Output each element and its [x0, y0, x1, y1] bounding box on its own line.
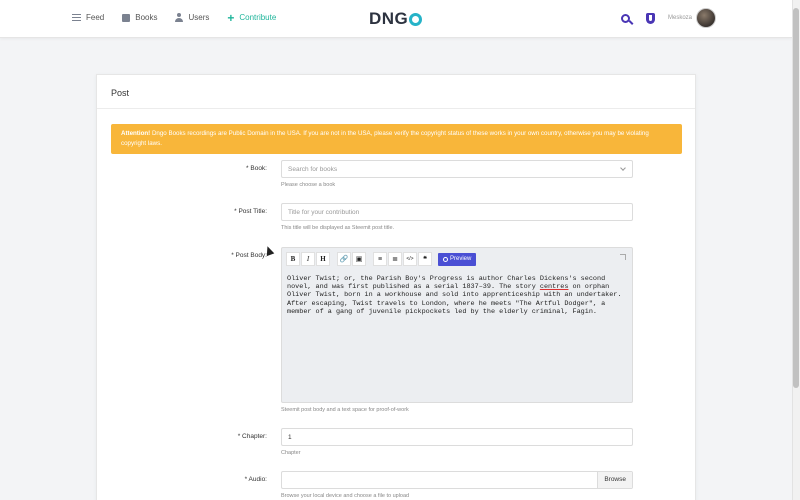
search-icon[interactable] [620, 13, 630, 23]
image-button[interactable]: ▣ [352, 252, 366, 266]
numbered-list-button[interactable]: ≣ [388, 252, 402, 266]
quote-button[interactable]: ❝ [418, 252, 432, 266]
bold-button[interactable]: B [286, 252, 300, 266]
body-text-misspelled: centres [539, 283, 569, 292]
link-button[interactable]: 🔗 [337, 252, 351, 266]
post-form-card: Post Attention! Dngo Books recordings ar… [96, 74, 696, 500]
nav-contribute-label: Contribute [239, 13, 277, 22]
chapter-help: Chapter [281, 450, 301, 456]
link-icon: 🔗 [339, 256, 349, 263]
bullet-list-button[interactable]: ≡ [373, 252, 387, 266]
scrollbar-thumb[interactable] [793, 8, 799, 388]
markdown-editor[interactable]: B I H 🔗 ▣ ≡ ≣ </> ❝ Preview Oliver Twist… [281, 247, 633, 403]
card-title: Post [111, 88, 130, 98]
book-label: * Book: [246, 165, 267, 172]
nav-users-label: Users [188, 13, 210, 22]
post-title-input[interactable]: Title for your contribution [281, 203, 633, 221]
alert-strong: Attention! [121, 130, 151, 137]
italic-button[interactable]: I [301, 252, 315, 266]
post-title-help: This title will be displayed as Steemit … [281, 225, 395, 231]
list-icon [72, 14, 81, 21]
expand-icon[interactable] [620, 254, 626, 260]
numbered-list-icon: ≣ [392, 256, 398, 263]
audio-label: * Audio: [244, 476, 267, 483]
audio-help: Browse your local device and choose a fi… [281, 493, 410, 499]
book-placeholder: Search for books [288, 166, 338, 173]
nav-books-label: Books [135, 13, 158, 22]
image-icon: ▣ [355, 256, 363, 263]
book-icon [122, 13, 131, 22]
editor-toolbar: B I H 🔗 ▣ ≡ ≣ </> ❝ Preview [286, 252, 628, 266]
user-icon [175, 13, 184, 22]
code-button[interactable]: </> [403, 252, 417, 266]
nav-item-contribute[interactable]: + Contribute [227, 10, 277, 25]
username[interactable]: Meskoza [668, 15, 692, 21]
chevron-down-icon [620, 165, 626, 171]
logo-text: DNG [369, 9, 409, 28]
plus-icon: + [227, 10, 235, 25]
post-body-textarea[interactable]: Oliver Twist; or, the Parish Boy's Progr… [287, 275, 629, 316]
preview-label: Preview [450, 256, 472, 262]
book-help: Please choose a book [281, 182, 336, 188]
copyright-alert: Attention! Dngo Books recordings are Pub… [111, 124, 682, 154]
code-icon: </> [406, 256, 414, 262]
logo-ring-icon [409, 12, 423, 26]
audio-file-input[interactable]: Browse [281, 471, 633, 489]
search-icon [443, 256, 448, 262]
bullet-list-icon: ≡ [377, 255, 383, 263]
chapter-label: * Chapter: [237, 433, 267, 440]
preview-button[interactable]: Preview [438, 252, 477, 266]
nav-item-feed[interactable]: Feed [72, 13, 104, 22]
top-navigation-bar: Feed Books Users + Contribute DNG Meskoz… [0, 0, 792, 38]
nav-feed-label: Feed [86, 13, 105, 22]
main-nav: Feed Books Users + Contribute [72, 10, 294, 25]
post-body-help: Steemit post body and a text space for p… [281, 407, 409, 413]
card-divider [97, 108, 695, 109]
avatar[interactable] [696, 8, 716, 28]
site-logo[interactable]: DNG [369, 9, 423, 29]
chapter-value: 1 [288, 434, 292, 441]
page-scrollbar[interactable] [792, 0, 800, 500]
post-body-label: * Post Body: [231, 252, 267, 259]
chapter-input[interactable]: 1 [281, 428, 633, 446]
alert-text: Dngo Books recordings are Public Domain … [121, 130, 649, 147]
nav-item-books[interactable]: Books [122, 13, 157, 22]
heading-button[interactable]: H [316, 252, 330, 266]
nav-item-users[interactable]: Users [175, 13, 209, 22]
post-title-placeholder: Title for your contribution [288, 209, 360, 216]
post-title-label: * Post Title: [234, 208, 267, 215]
header-actions: Meskoza [620, 8, 716, 28]
quote-icon: ❝ [423, 256, 427, 263]
book-search-select[interactable]: Search for books [281, 160, 633, 178]
browse-button[interactable]: Browse [597, 472, 632, 488]
shield-icon[interactable] [645, 12, 655, 24]
